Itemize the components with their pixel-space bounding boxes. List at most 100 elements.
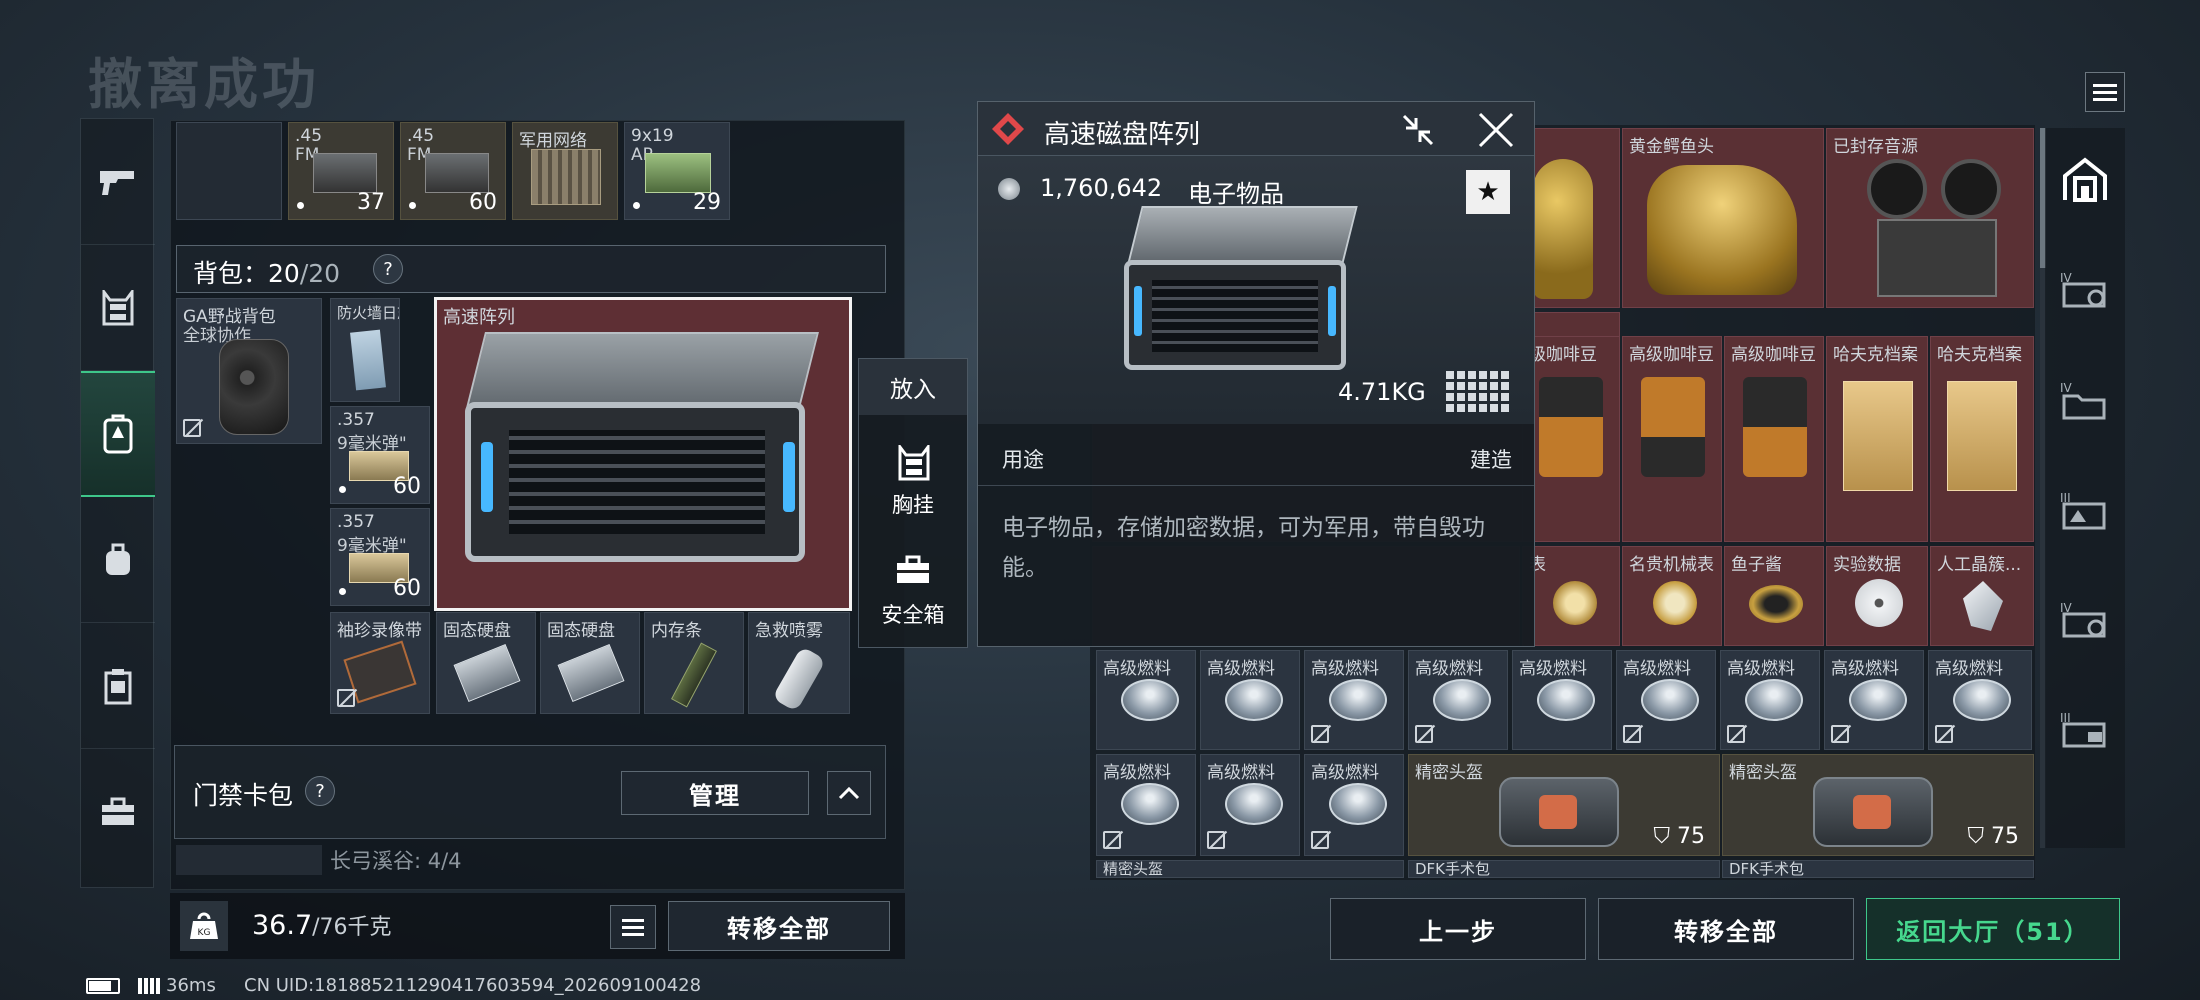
ammo-slot-4[interactable]: 9x19 AP 29 <box>624 122 730 220</box>
crystal-item[interactable]: 人工晶簇... <box>1930 546 2034 646</box>
tab-armor[interactable] <box>81 623 155 749</box>
minimize-button[interactable] <box>1398 110 1438 150</box>
luxury-watch-item[interactable]: 名贵机械表 <box>1622 546 1722 646</box>
item-name: 袖珍录像带 <box>337 621 422 641</box>
tab-backpack[interactable] <box>81 371 155 497</box>
tab-pistol[interactable] <box>81 119 155 245</box>
transfer-all-left-button[interactable]: 转移全部 <box>668 901 890 951</box>
fuel-can-icon <box>1537 679 1595 721</box>
fuel-item[interactable]: 高级燃料 <box>1720 650 1820 750</box>
ammo-slot-2[interactable]: .45 FM 60 <box>400 122 506 220</box>
item-name: 高级燃料 <box>1207 763 1275 783</box>
coffee-bean-item-0[interactable]: 级咖啡豆 <box>1522 336 1620 542</box>
menu-item-label: 安全箱 <box>881 603 945 627</box>
item-name: 级咖啡豆 <box>1529 345 1597 365</box>
backpack-capacity-bar: 背包：20/20 ? <box>176 245 886 293</box>
ammo-label: .45 <box>407 126 435 146</box>
list-menu-button[interactable] <box>2085 72 2125 112</box>
ammo-357-item-1[interactable]: .357 9毫米弹" 60 <box>330 406 430 504</box>
tab-use[interactable]: 用途 <box>1002 444 1044 474</box>
tab-stash-4b[interactable]: IV <box>2055 370 2115 430</box>
tab-build[interactable]: 建造 <box>1470 444 1512 474</box>
fuel-item[interactable]: 高级燃料 <box>1616 650 1716 750</box>
previous-step-button[interactable]: 上一步 <box>1330 898 1586 960</box>
coffee-bean-item-1[interactable]: 高级咖啡豆 <box>1622 336 1722 542</box>
item-name: 实验数据 <box>1833 555 1901 575</box>
fuel-item[interactable]: 高级燃料 <box>1304 754 1404 856</box>
popup-header: 高速磁盘阵列 <box>978 102 1534 156</box>
item-name: 哈夫克档案 <box>1937 345 2022 365</box>
tab-toolbox[interactable] <box>81 749 155 875</box>
tab-rucksack[interactable] <box>81 497 155 623</box>
chest-rig-icon <box>102 289 134 325</box>
transfer-all-right-button[interactable]: 转移全部 <box>1598 898 1854 960</box>
collapse-button[interactable] <box>827 771 871 815</box>
manage-button[interactable]: 管理 <box>621 771 809 815</box>
fuel-item[interactable]: 高级燃料 <box>1512 650 1612 750</box>
fuel-item[interactable]: 高级燃料 <box>1200 650 1300 750</box>
network-item-slot[interactable]: 军用网络 <box>512 122 618 220</box>
haavk-file-item-1[interactable]: 哈夫克档案 <box>1826 336 1928 542</box>
help-icon[interactable]: ? <box>373 254 403 284</box>
partial-item[interactable]: DFK手术包 <box>1408 860 1720 878</box>
menu-item-safebox[interactable]: 安全箱 <box>859 549 967 645</box>
watch-item-0[interactable]: 表 <box>1522 546 1620 646</box>
fuel-item[interactable]: 高级燃料 <box>1096 650 1196 750</box>
empty-slot[interactable] <box>176 122 282 220</box>
item-name: DFK手术包 <box>1415 860 1491 878</box>
return-to-lobby-button[interactable]: 返回大厅（51） <box>1866 898 2120 960</box>
tab-stash-4c[interactable]: IV <box>2055 590 2115 650</box>
fuel-can-icon <box>1641 679 1699 721</box>
chest-rig-icon <box>898 445 930 481</box>
ping-text: 36ms <box>166 975 216 996</box>
partial-item[interactable]: 精密头盔 <box>1096 860 1404 878</box>
tab-chest-rig[interactable] <box>81 245 155 371</box>
fuel-item[interactable]: 高级燃料 <box>1824 650 1924 750</box>
shield-icon: ⛉ <box>1967 824 1984 849</box>
fuel-can-icon <box>1329 783 1387 825</box>
backpack-item[interactable]: GA野战背包 全球协作 <box>176 298 322 444</box>
caviar-item[interactable]: 鱼子酱 <box>1724 546 1824 646</box>
tab-stash-4[interactable]: IV <box>2055 260 2115 320</box>
menu-item-chest-rig[interactable]: 胸挂 <box>859 439 967 535</box>
partial-item[interactable]: DFK手术包 <box>1722 860 2034 878</box>
keycard-slot[interactable] <box>176 845 322 875</box>
ram-icon <box>671 642 717 708</box>
fuel-item[interactable]: 高级燃料 <box>1304 650 1404 750</box>
gold-crocodile-head-item[interactable]: 黄金鳄鱼头 <box>1622 128 1824 308</box>
video-tape-item[interactable]: 袖珍录像带 <box>330 612 430 714</box>
precision-helmet-item-1[interactable]: 精密头盔 ⛉ 75 <box>1408 754 1720 856</box>
close-button[interactable] <box>1476 110 1516 150</box>
experiment-data-item[interactable]: 实验数据 <box>1826 546 1928 646</box>
tab-stash-3[interactable]: III <box>2055 480 2115 540</box>
tab-stash-3b[interactable]: III <box>2055 700 2115 760</box>
document-icon <box>350 329 386 391</box>
ammo-357-item-2[interactable]: .357 9毫米弹" 60 <box>330 508 430 606</box>
first-aid-spray-item[interactable]: 急救喷雾 <box>748 612 850 714</box>
item-name: 人工晶簇... <box>1937 555 2022 575</box>
fuel-item[interactable]: 高级燃料 <box>1096 754 1196 856</box>
item-name: 高级燃料 <box>1311 763 1379 783</box>
disk-array-large-picture <box>1124 206 1358 376</box>
sort-list-button[interactable] <box>610 905 656 949</box>
ammo-slot-1[interactable]: .45 FM 37 <box>288 122 394 220</box>
favorite-button[interactable]: ★ <box>1466 170 1510 214</box>
fuel-item[interactable]: 高级燃料 <box>1928 650 2032 750</box>
haavk-file-item-2[interactable]: 哈夫克档案 <box>1930 336 2034 542</box>
ssd-item-1[interactable]: 固态硬盘 <box>436 612 536 714</box>
sealed-audio-source-item[interactable]: 已封存音源 <box>1826 128 2034 308</box>
tab-stash-home[interactable] <box>2055 150 2115 210</box>
ram-item[interactable]: 内存条 <box>644 612 744 714</box>
ssd-icon <box>453 643 521 703</box>
precision-helmet-item-2[interactable]: 精密头盔 ⛉ 75 <box>1722 754 2034 856</box>
ssd-item-2[interactable]: 固态硬盘 <box>540 612 640 714</box>
fuel-item[interactable]: 高级燃料 <box>1408 650 1508 750</box>
firewall-log-item[interactable]: 防火墙日志 <box>330 298 400 402</box>
coffee-bean-item-2[interactable]: 高级咖啡豆 <box>1724 336 1824 542</box>
help-icon[interactable]: ? <box>305 776 335 806</box>
popup-title: 高速磁盘阵列 <box>1044 120 1201 150</box>
fuel-item[interactable]: 高级燃料 <box>1200 754 1300 856</box>
no-lock-icon <box>1831 725 1849 743</box>
high-speed-disk-array-item[interactable]: 高速阵列 <box>434 297 852 611</box>
signal-icon <box>138 978 160 994</box>
